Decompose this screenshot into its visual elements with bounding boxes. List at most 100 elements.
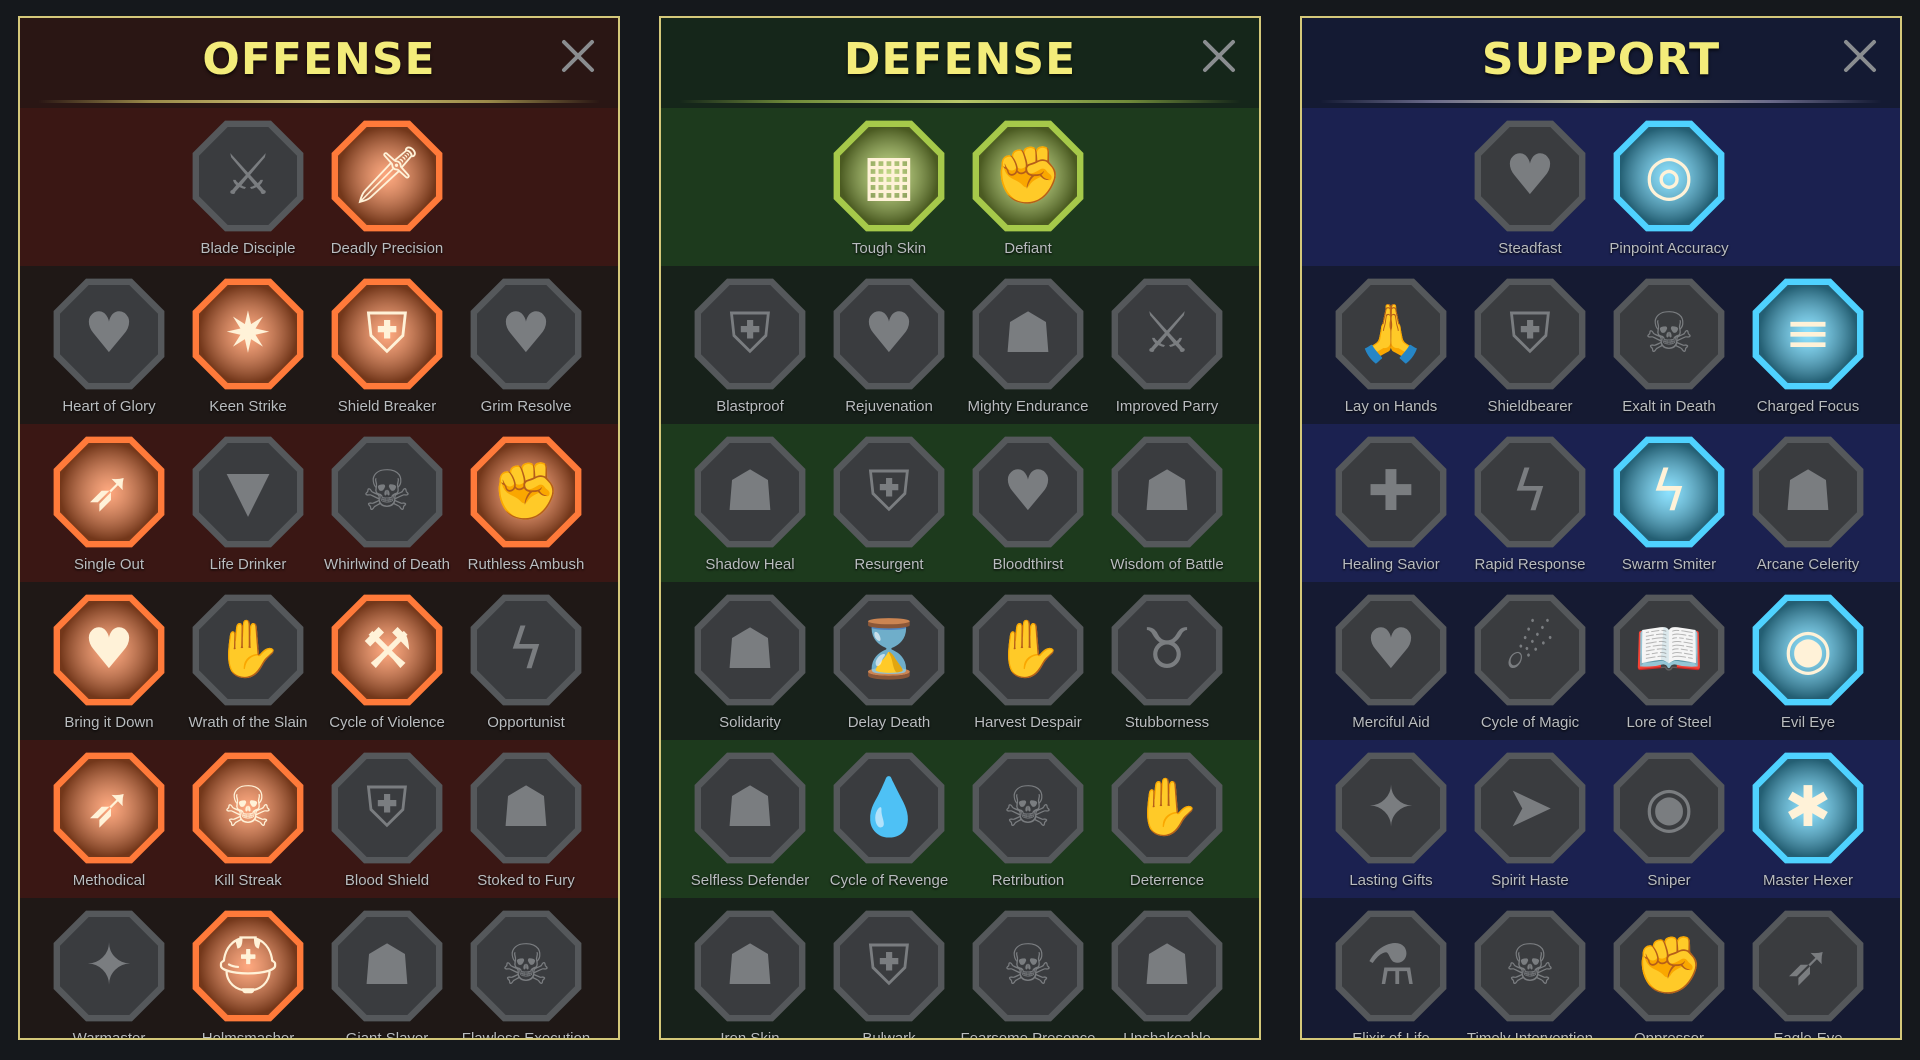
skull-whirl-icon (331, 436, 443, 548)
skill-wisdom-of-battle[interactable]: ☗ Wisdom of Battle (1098, 424, 1236, 582)
skill-flawless-execution[interactable]: ☠ Flawless Execution (457, 898, 595, 1038)
skill-cycle-of-violence[interactable]: ⚒ Cycle of Violence (318, 582, 456, 740)
skill-healing-savior[interactable]: ✚ Healing Savior (1322, 424, 1460, 582)
skill-spirit-haste[interactable]: ➤ Spirit Haste (1461, 740, 1599, 898)
skill-label: Keen Strike (209, 398, 287, 415)
skill-label: Blade Disciple (200, 240, 296, 257)
skill-helmsmasher[interactable]: ⛑ Helmsmasher (179, 898, 317, 1038)
skill-deadly-precision[interactable]: 🗡 Deadly Precision (318, 108, 456, 266)
skill-fearsome-presence[interactable]: ☠ Fearsome Presence (959, 898, 1097, 1040)
skill-giant-slayer[interactable]: ☗ Giant Slayer (318, 898, 456, 1040)
skill-label: Retribution (991, 872, 1065, 889)
skill-bring-it-down[interactable]: ♥ Bring it Down (40, 582, 178, 740)
close-x-icon[interactable] (1840, 36, 1880, 76)
skill-sniper[interactable]: ◉ Sniper (1600, 740, 1738, 898)
skill-defiant[interactable]: ✊ Defiant (959, 108, 1097, 266)
skill-eagle-eye[interactable]: ➶ Eagle-Eye (1739, 898, 1877, 1040)
skill-row: ✦ Lasting Gifts ➤ Spirit Haste ◉ Sniper ✱ Maste… (1302, 740, 1900, 898)
skill-kill-streak[interactable]: ☠ Kill Streak (179, 740, 317, 898)
skill-elixir-of-life[interactable]: ⚗ Elixir of Life (1322, 898, 1460, 1038)
spiked-warrior-icon (694, 910, 806, 1022)
skill-evil-eye[interactable]: ◉ Evil Eye (1739, 582, 1877, 740)
skill-lasting-gifts[interactable]: ✦ Lasting Gifts (1322, 740, 1460, 898)
skill-merciful-aid[interactable]: ♥ Merciful Aid (1322, 582, 1460, 740)
panel-title: OFFENSE (202, 33, 436, 85)
skill-swarm-smiter[interactable]: ϟ Swarm Smiter (1600, 424, 1738, 582)
skill-row: ⛨ Blastproof ♥ Rejuvenation ☗ Mighty Enduranc… (661, 266, 1259, 424)
skill-row: ✚ Healing Savior ϟ Rapid Response ϟ Swarm Smi… (1302, 424, 1900, 582)
skill-retribution[interactable]: ☠ Retribution (959, 740, 1097, 898)
skill-warmaster[interactable]: ✦ Warmaster (40, 898, 178, 1038)
skill-label: Stoked to Fury (477, 872, 575, 889)
skill-life-drinker[interactable]: ▼ Life Drinker (179, 424, 317, 582)
crushing-fist-icon (1613, 910, 1725, 1022)
skill-pinpoint-accuracy[interactable]: ◎ Pinpoint Accuracy (1600, 108, 1738, 266)
skill-arcane-celerity[interactable]: ☗ Arcane Celerity (1739, 424, 1877, 582)
skill-opportunist[interactable]: ϟ Opportunist (457, 582, 595, 740)
skill-grim-resolve[interactable]: ♥ Grim Resolve (457, 266, 595, 424)
skill-bloodthirst[interactable]: ♥ Bloodthirst (959, 424, 1097, 582)
skill-label: Pinpoint Accuracy (1609, 240, 1729, 257)
skill-keen-strike[interactable]: ✷ Keen Strike (179, 266, 317, 424)
skill-grid: ♥ Steadfast ◎ Pinpoint Accuracy 🙏 Lay on Hand… (1302, 108, 1900, 1038)
raging-figure-icon (470, 752, 582, 864)
skill-label: Bulwark (862, 1030, 916, 1040)
skill-blade-disciple[interactable]: ⚔ Blade Disciple (179, 108, 317, 266)
skill-steadfast[interactable]: ♥ Steadfast (1461, 108, 1599, 266)
skill-master-hexer[interactable]: ✱ Master Hexer (1739, 740, 1877, 898)
dripping-heart-sword-icon (53, 594, 165, 706)
skill-iron-skin[interactable]: ☗ Iron Skin (681, 898, 819, 1038)
skill-oppressor[interactable]: ✊ Oppressor (1600, 898, 1738, 1040)
praying-hands-icon (1335, 278, 1447, 390)
skill-blood-shield[interactable]: ⛨ Blood Shield (318, 740, 456, 898)
skill-heart-of-glory[interactable]: ♥ Heart of Glory (40, 266, 178, 424)
skill-label: Wisdom of Battle (1110, 556, 1224, 573)
skill-improved-parry[interactable]: ⚔ Improved Parry (1098, 266, 1236, 424)
close-x-icon[interactable] (1199, 36, 1239, 76)
skill-tough-skin[interactable]: ▦ Tough Skin (820, 108, 958, 266)
skill-lay-on-hands[interactable]: 🙏 Lay on Hands (1322, 266, 1460, 424)
skill-stubborness[interactable]: ♉ Stubborness (1098, 582, 1236, 740)
skill-whirlwind-of-death[interactable]: ☠ Whirlwind of Death (318, 424, 456, 582)
skill-rejuvenation[interactable]: ♥ Rejuvenation (820, 266, 958, 424)
skill-delay-death[interactable]: ⌛ Delay Death (820, 582, 958, 740)
skill-label: Deterrence (1129, 872, 1205, 889)
skill-label: Healing Savior (1342, 556, 1440, 573)
skill-label: Blastproof (716, 398, 784, 415)
skill-mighty-endurance[interactable]: ☗ Mighty Endurance (959, 266, 1097, 424)
skill-label: Fearsome Presence (960, 1030, 1096, 1040)
skill-timely-intervention[interactable]: ☠ Timely Intervention (1461, 898, 1599, 1038)
skill-shadow-heal[interactable]: ☗ Shadow Heal (681, 424, 819, 582)
skill-single-out[interactable]: ➶ Single Out (40, 424, 178, 582)
spiked-heart-icon (470, 278, 582, 390)
skill-label: Whirlwind of Death (324, 556, 450, 573)
skill-shield-breaker[interactable]: ⛨ Shield Breaker (318, 266, 456, 424)
skill-lore-of-steel[interactable]: 📖 Lore of Steel (1600, 582, 1738, 740)
skill-harvest-despair[interactable]: ✋ Harvest Despair (959, 582, 1097, 740)
healing-figure-icon (1335, 436, 1447, 548)
skill-bulwark[interactable]: ⛨ Bulwark (820, 898, 958, 1040)
skill-blastproof[interactable]: ⛨ Blastproof (681, 266, 819, 424)
skill-label: Oppressor (1633, 1030, 1705, 1040)
skill-resurgent[interactable]: ⛨ Resurgent (820, 424, 958, 582)
skill-deterrence[interactable]: ✋ Deterrence (1098, 740, 1236, 898)
skill-stoked-to-fury[interactable]: ☗ Stoked to Fury (457, 740, 595, 898)
skill-cycle-of-revenge[interactable]: 💧 Cycle of Revenge (820, 740, 958, 898)
skill-cycle-of-magic[interactable]: ☄ Cycle of Magic (1461, 582, 1599, 740)
close-x-icon[interactable] (558, 36, 598, 76)
angry-eyes-icon (1752, 594, 1864, 706)
skill-label: Eagle-Eye (1773, 1030, 1843, 1040)
skill-row: ➶ Single Out ▼ Life Drinker ☠ Whirlwind of De… (20, 424, 618, 582)
skill-unshakeable[interactable]: ☗ Unshakeable (1098, 898, 1236, 1038)
skill-charged-focus[interactable]: ≡ Charged Focus (1739, 266, 1877, 424)
skill-label: Giant Slayer (345, 1030, 429, 1040)
skull-spikes-icon (470, 910, 582, 1022)
skill-ruthless-ambush[interactable]: ✊ Ruthless Ambush (457, 424, 595, 582)
skill-rapid-response[interactable]: ϟ Rapid Response (1461, 424, 1599, 582)
skill-wrath-of-the-slain[interactable]: ✋ Wrath of the Slain (179, 582, 317, 740)
skill-selfless-defender[interactable]: ☗ Selfless Defender (681, 740, 819, 898)
skill-methodical[interactable]: ➶ Methodical (40, 740, 178, 898)
skill-shieldbearer[interactable]: ⛨ Shieldbearer (1461, 266, 1599, 424)
skill-exalt-in-death[interactable]: ☠ Exalt in Death (1600, 266, 1738, 424)
skill-solidarity[interactable]: ☗ Solidarity (681, 582, 819, 740)
